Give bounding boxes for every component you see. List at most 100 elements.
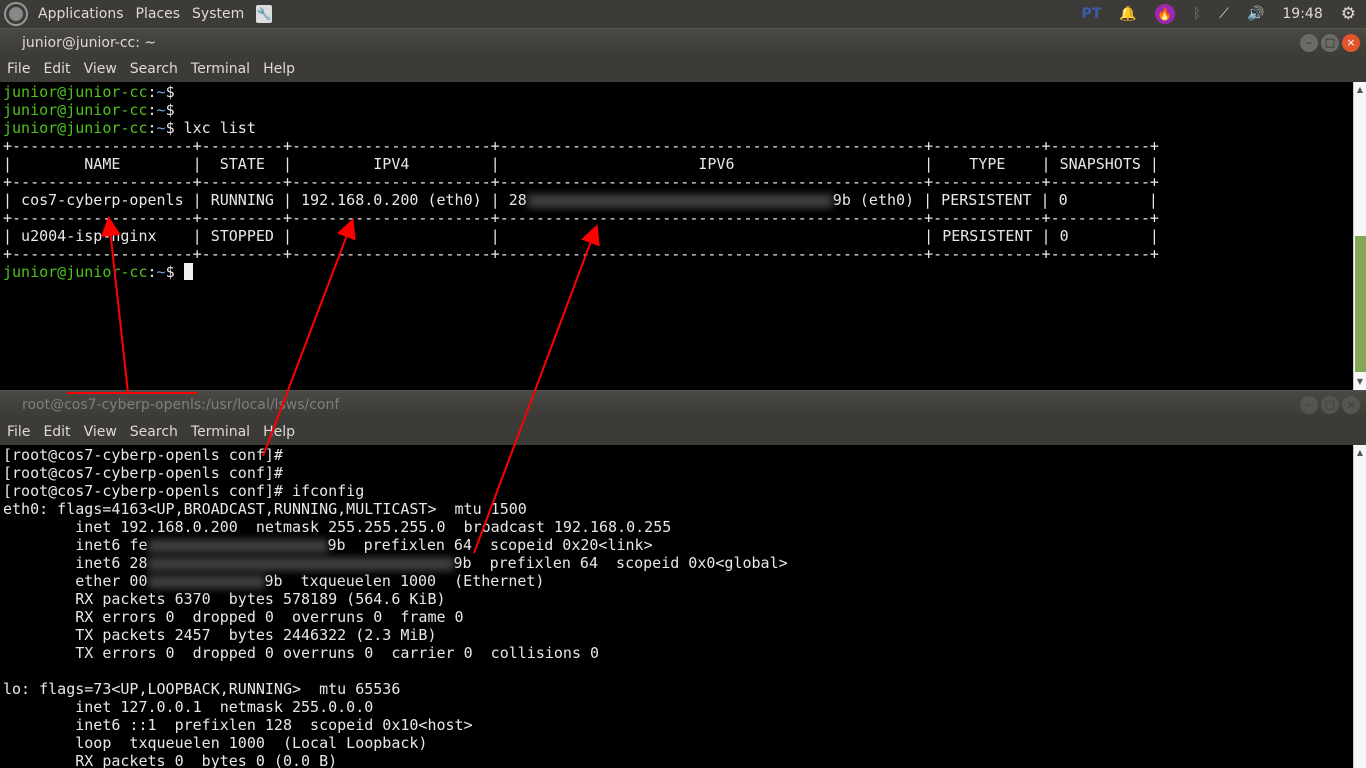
menu-edit[interactable]: Edit (43, 424, 70, 440)
terminal-text: | cos7-cyberp-openls | RUNNING | 192.168… (3, 191, 527, 209)
terminal-text: ether 00 (3, 572, 148, 590)
terminal-text: : (147, 263, 157, 281)
terminal-line: [root@cos7-cyberp-openls conf]# (3, 446, 1353, 464)
terminal-text: RX packets 0 bytes 0 (0.0 B) (3, 752, 338, 768)
menu-file[interactable]: File (7, 61, 30, 77)
terminal-text: TX errors 0 dropped 0 overruns 0 carrier… (3, 644, 600, 662)
terminal-text: 9b prefixlen 64 scopeid 0x20<link> (327, 536, 653, 554)
minimize-button[interactable]: – (1300, 34, 1318, 52)
tools-icon[interactable]: 🔧 (256, 5, 273, 23)
bluetooth-icon[interactable]: ᛒ (1193, 6, 1201, 22)
close-button[interactable]: × (1342, 34, 1360, 52)
window2-menubar: File Edit View Search Terminal Help (0, 418, 1366, 445)
window2-titlebar[interactable]: root@cos7-cyberp-openls:/usr/local/lsws/… (0, 390, 1366, 418)
maximize-button[interactable]: □ (1321, 396, 1339, 414)
menu-help[interactable]: Help (263, 424, 295, 440)
terminal-text: inet 127.0.0.1 netmask 255.0.0.0 (3, 698, 374, 716)
terminal-text: [root@cos7-cyberp-openls conf]# ifconfig (3, 482, 365, 500)
menu-edit[interactable]: Edit (43, 61, 70, 77)
clock[interactable]: 19:48 (1282, 6, 1322, 22)
menu-system[interactable]: System (192, 6, 244, 22)
terminal-line: | NAME | STATE | IPV4 | IPV6 | TYPE | SN… (3, 155, 1353, 173)
window2-scrollbar[interactable]: ▲ (1353, 445, 1366, 768)
terminal-text: $ (165, 263, 184, 281)
maximize-button[interactable]: □ (1321, 34, 1339, 52)
terminal-line: eth0: flags=4163<UP,BROADCAST,RUNNING,MU… (3, 500, 1353, 518)
terminal-text: $ lxc list (165, 119, 256, 137)
terminal-text: ~ (156, 119, 166, 137)
terminal-text: junior@junior-cc (3, 119, 148, 137)
menu-terminal[interactable]: Terminal (191, 424, 250, 440)
terminal-text: : (147, 83, 157, 101)
scroll-up-icon[interactable]: ▲ (1354, 445, 1366, 461)
firefox-icon[interactable]: 🔥 (1154, 4, 1175, 24)
menu-applications[interactable]: Applications (38, 6, 124, 22)
gear-icon[interactable]: ⚙ (1341, 4, 1356, 24)
close-button[interactable]: × (1342, 396, 1360, 414)
terminal-text: 9b (eth0) | PERSISTENT | 0 | (832, 191, 1158, 209)
scroll-up-icon[interactable]: ▲ (1354, 82, 1366, 98)
terminal-line: RX errors 0 dropped 0 overruns 0 frame 0 (3, 608, 1353, 626)
keyboard-layout-indicator[interactable]: PT (1081, 6, 1101, 22)
terminal-cursor (183, 263, 193, 280)
terminal-text: [root@cos7-cyberp-openls conf]# (3, 464, 283, 482)
menu-search[interactable]: Search (130, 424, 178, 440)
terminal-text: junior@junior-cc (3, 101, 148, 119)
terminal-text: : (147, 101, 157, 119)
terminal-line: lo: flags=73<UP,LOOPBACK,RUNNING> mtu 65… (3, 680, 1353, 698)
menu-file[interactable]: File (7, 424, 30, 440)
terminal-line: +--------------------+---------+--------… (3, 173, 1353, 191)
terminal-text: inet 192.168.0.200 netmask 255.255.255.0… (3, 518, 672, 536)
terminal-text: +--------------------+---------+--------… (3, 173, 1159, 191)
bell-icon[interactable]: 🔔 (1119, 6, 1136, 22)
scrollbar-thumb[interactable] (1355, 236, 1366, 372)
terminal-text: TX packets 2457 bytes 2446322 (2.3 MiB) (3, 626, 437, 644)
menu-view[interactable]: View (84, 61, 117, 77)
network-icon[interactable]: ⟋ (1219, 6, 1229, 22)
menu-terminal[interactable]: Terminal (191, 61, 250, 77)
terminal-line: junior@junior-cc:~$ (3, 83, 1353, 101)
window1-titlebar[interactable]: junior@junior-cc: ~ – □ × (0, 28, 1366, 56)
redacted-text (147, 538, 328, 553)
redacted-text (147, 574, 265, 589)
window1-scrollbar[interactable]: ▲ ▼ (1353, 82, 1366, 390)
terminal-text: +--------------------+---------+--------… (3, 137, 1159, 155)
terminal-text: : (147, 119, 157, 137)
minimize-button[interactable]: – (1300, 396, 1318, 414)
terminal-text: inet6 ::1 prefixlen 128 scopeid 0x10<hos… (3, 716, 473, 734)
menu-view[interactable]: View (84, 424, 117, 440)
terminal-text: $ (165, 101, 175, 119)
window2-terminal[interactable]: [root@cos7-cyberp-openls conf]# [root@cos… (0, 445, 1353, 768)
window1-menubar: File Edit View Search Terminal Help (0, 56, 1366, 82)
terminal-line: RX packets 6370 bytes 578189 (564.6 KiB) (3, 590, 1353, 608)
window1-title: junior@junior-cc: ~ (22, 34, 157, 51)
terminal-line: TX errors 0 dropped 0 overruns 0 carrier… (3, 644, 1353, 662)
terminal-line: [root@cos7-cyberp-openls conf]# ifconfig (3, 482, 1353, 500)
terminal-text: ~ (156, 83, 166, 101)
ubuntu-logo-icon[interactable] (6, 4, 26, 24)
terminal-text: 9b prefixlen 64 scopeid 0x0<global> (453, 554, 788, 572)
terminal-text: eth0: flags=4163<UP,BROADCAST,RUNNING,MU… (3, 500, 527, 518)
volume-icon[interactable]: 🔊 (1247, 6, 1264, 22)
terminal-text: lo: flags=73<UP,LOOPBACK,RUNNING> mtu 65… (3, 680, 401, 698)
redacted-text (147, 556, 454, 571)
terminal-text: | u2004-isp-nginx | STOPPED | | | PERSIS… (3, 227, 1159, 245)
terminal-line: ether 00 9b txqueuelen 1000 (Ethernet) (3, 572, 1353, 590)
menu-places[interactable]: Places (136, 6, 181, 22)
scroll-down-icon[interactable]: ▼ (1354, 374, 1366, 390)
terminal-line: junior@junior-cc:~$ (3, 101, 1353, 119)
menu-help[interactable]: Help (263, 61, 295, 77)
terminal-text: ~ (156, 101, 166, 119)
menu-search[interactable]: Search (130, 61, 178, 77)
top-panel: Applications Places System 🔧 PT 🔔 🔥 ᛒ ⟋ … (0, 0, 1366, 28)
terminal-text: RX packets 6370 bytes 578189 (564.6 KiB) (3, 590, 446, 608)
redacted-text (526, 193, 833, 208)
window1-terminal[interactable]: junior@junior-cc:~$ junior@junior-cc:~$ ju… (0, 82, 1353, 390)
terminal-line: | u2004-isp-nginx | STOPPED | | | PERSIS… (3, 227, 1353, 245)
terminal-line: RX packets 0 bytes 0 (0.0 B) (3, 752, 1353, 768)
terminal-text: junior@junior-cc (3, 83, 148, 101)
terminal-line: +--------------------+---------+--------… (3, 209, 1353, 227)
terminal-text: inet6 fe (3, 536, 148, 554)
terminal-line: junior@junior-cc:~$ (3, 263, 1353, 281)
